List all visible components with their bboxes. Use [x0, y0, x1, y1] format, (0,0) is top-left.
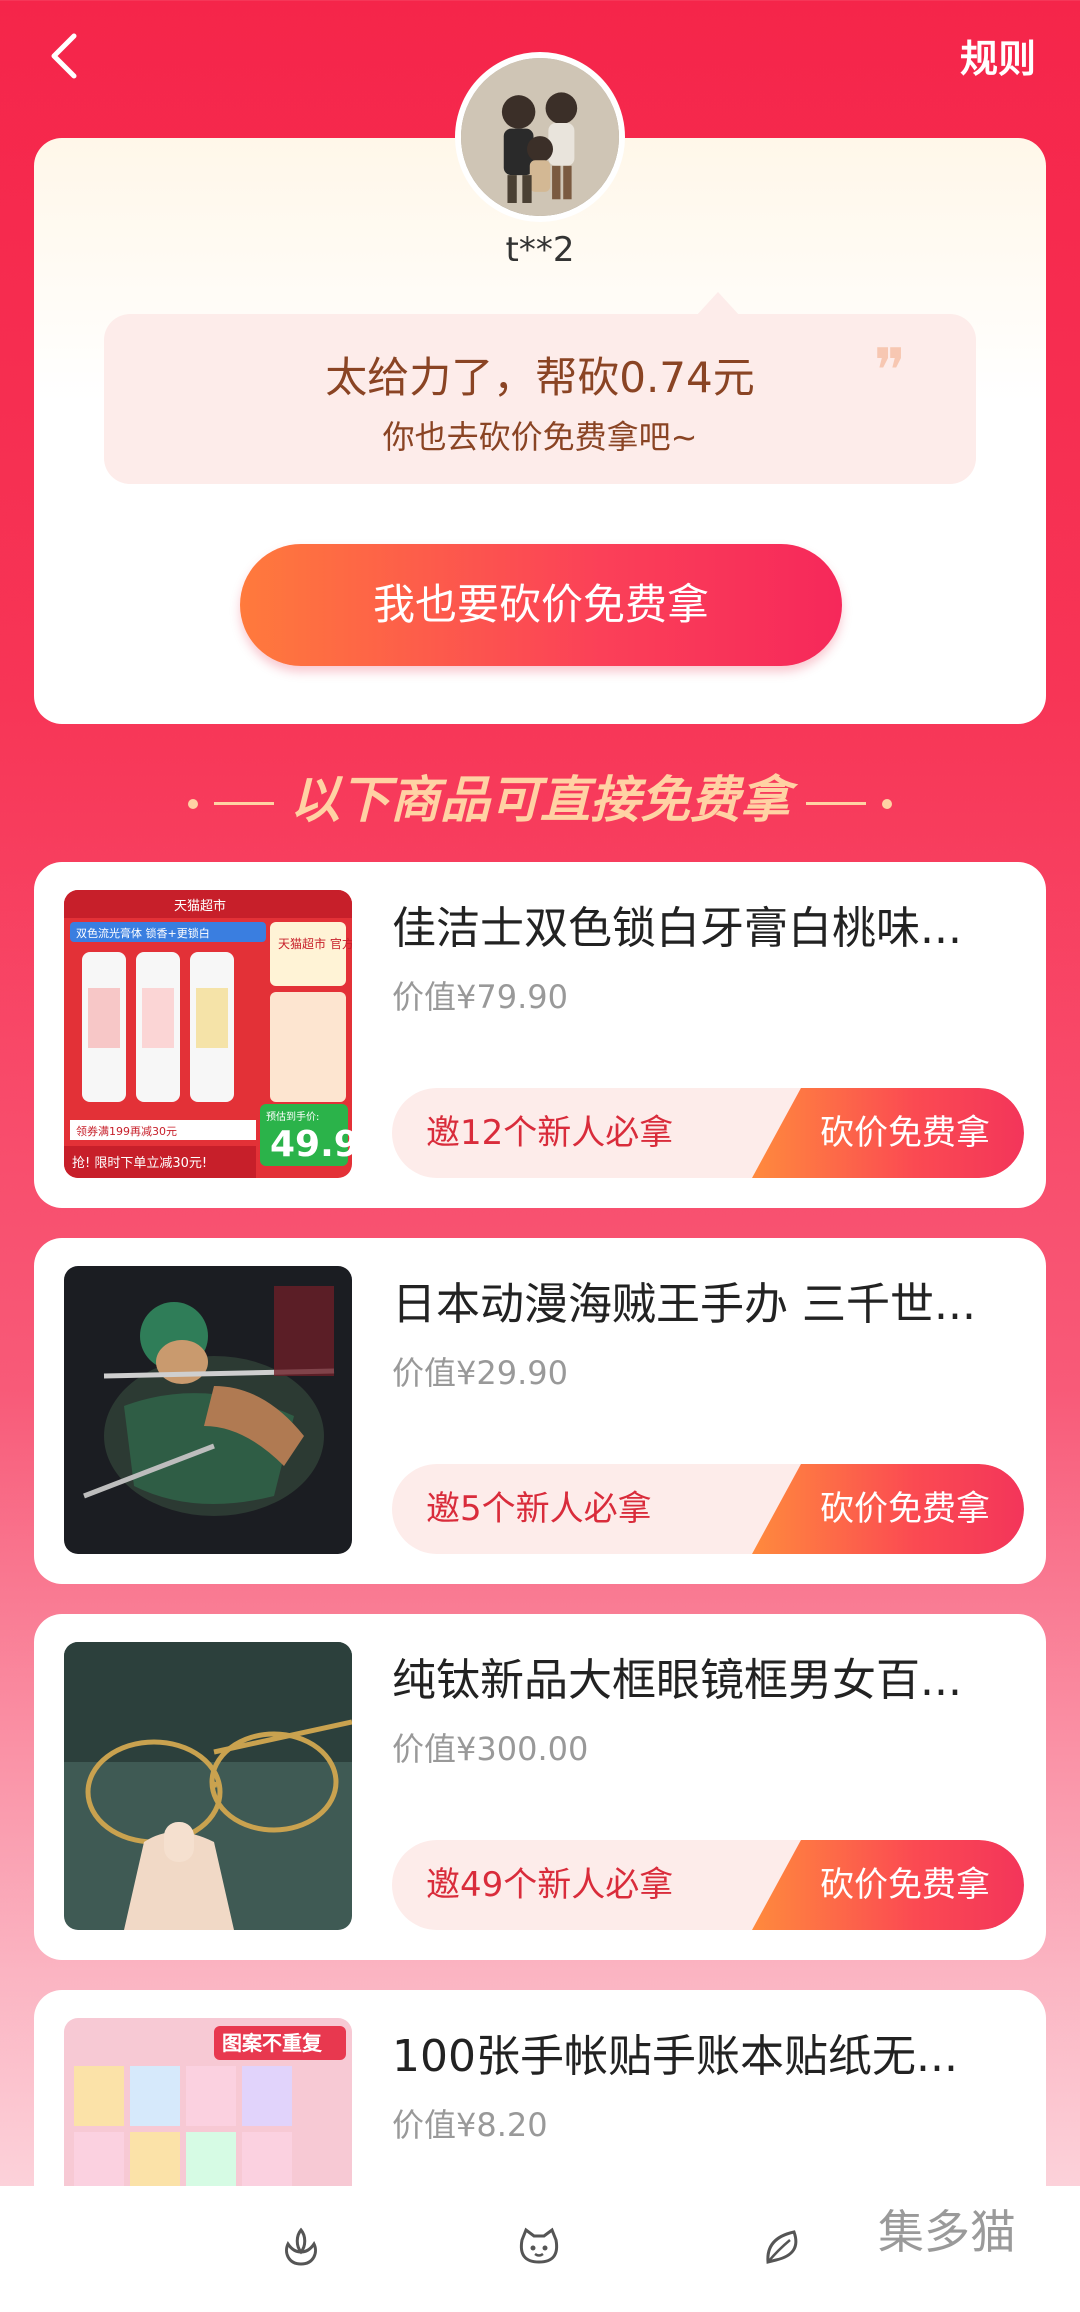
bargain-free-cta-button[interactable]: 我也要砍价免费拿	[240, 544, 842, 666]
p1-top-text: 天猫超市	[174, 898, 226, 914]
p1-official-text: 天猫超市 官方直发	[278, 936, 352, 951]
product-price: 价值¥8.20	[392, 2106, 548, 2144]
bargain-result-card: t**2 ❞ 太给力了，帮砍0.74元 你也去砍价免费拿吧~ 我也要砍价免费拿	[34, 138, 1046, 724]
bargain-action-row: 邀5个新人必拿 砍价免费拿	[392, 1464, 1024, 1554]
p1-price-label: 预估到手价:	[266, 1110, 319, 1123]
family-illustration	[461, 58, 619, 216]
p1-bottom-text: 抢! 限时下单立减30元!	[72, 1155, 207, 1171]
bargain-free-button[interactable]: 砍价免费拿	[752, 1088, 1024, 1178]
message-bubble: ❞ 太给力了，帮砍0.74元 你也去砍价免费拿吧~	[104, 292, 976, 484]
leaf-icon[interactable]	[760, 2224, 806, 2270]
p1-price-value: 49.9	[270, 1124, 352, 1165]
product-price: 价值¥29.90	[392, 1354, 568, 1392]
invite-requirement: 邀49个新人必拿	[426, 1865, 674, 1905]
back-button[interactable]	[40, 28, 90, 84]
p1-banner-text: 双色流光膏体 锁香+更锁白	[76, 926, 210, 940]
flower-icon[interactable]	[278, 2224, 324, 2270]
heading-dash-right	[806, 802, 866, 805]
p4-banner-text: 图案不重复	[222, 2031, 323, 2055]
heading-dash-left	[214, 802, 274, 805]
avatar[interactable]	[455, 52, 625, 222]
bubble-sub-text: 你也去砍价免费拿吧~	[382, 418, 698, 456]
bargain-action-row: 邀49个新人必拿 砍价免费拿	[392, 1840, 1024, 1930]
product-title[interactable]: 佳洁士双色锁白牙膏白桃味...	[392, 892, 1012, 956]
product-price: 价值¥79.90	[392, 978, 568, 1016]
invite-requirement: 邀12个新人必拿	[426, 1113, 674, 1153]
product-card[interactable]: 纯钛新品大框眼镜框男女百... 价值¥300.00 邀49个新人必拿 砍价免费拿	[34, 1614, 1046, 1960]
brand-watermark: 集多猫	[878, 2205, 1016, 2259]
rules-link[interactable]: 规则	[960, 28, 1036, 83]
product-image-figure[interactable]	[64, 1266, 352, 1554]
heading-dot-left	[188, 798, 198, 809]
section-title-text: 以下商品可直接免费拿	[290, 771, 790, 829]
invite-requirement: 邀5个新人必拿	[426, 1489, 652, 1529]
heading-dot-right	[882, 798, 892, 809]
product-image-glasses[interactable]	[64, 1642, 352, 1930]
bargain-free-button[interactable]: 砍价免费拿	[752, 1464, 1024, 1554]
product-image-toothpaste[interactable]: 天猫超市 双色流光膏体 锁香+更锁白 天猫超市 官方直发 预估到手价: 49.9…	[64, 890, 352, 1178]
product-price: 价值¥300.00	[392, 1730, 589, 1768]
product-card[interactable]: 天猫超市 双色流光膏体 锁香+更锁白 天猫超市 官方直发 预估到手价: 49.9…	[34, 862, 1046, 1208]
product-title[interactable]: 日本动漫海贼王手办 三千世...	[392, 1268, 1012, 1332]
product-title[interactable]: 纯钛新品大框眼镜框男女百...	[392, 1644, 1012, 1708]
username: t**2	[505, 230, 575, 270]
p1-coupon-text: 领券满199再减30元	[76, 1124, 177, 1138]
section-title: 以下商品可直接免费拿	[0, 760, 1080, 832]
bubble-main-text: 太给力了，帮砍0.74元	[325, 353, 755, 402]
cat-face-icon[interactable]	[516, 2224, 562, 2270]
bargain-action-row: 邀12个新人必拿 砍价免费拿	[392, 1088, 1024, 1178]
product-card[interactable]: 日本动漫海贼王手办 三千世... 价值¥29.90 邀5个新人必拿 砍价免费拿	[34, 1238, 1046, 1584]
bargain-free-button[interactable]: 砍价免费拿	[752, 1840, 1024, 1930]
chevron-left-icon	[51, 33, 77, 79]
product-title[interactable]: 100张手帐贴手账本贴纸无...	[392, 2020, 1012, 2084]
